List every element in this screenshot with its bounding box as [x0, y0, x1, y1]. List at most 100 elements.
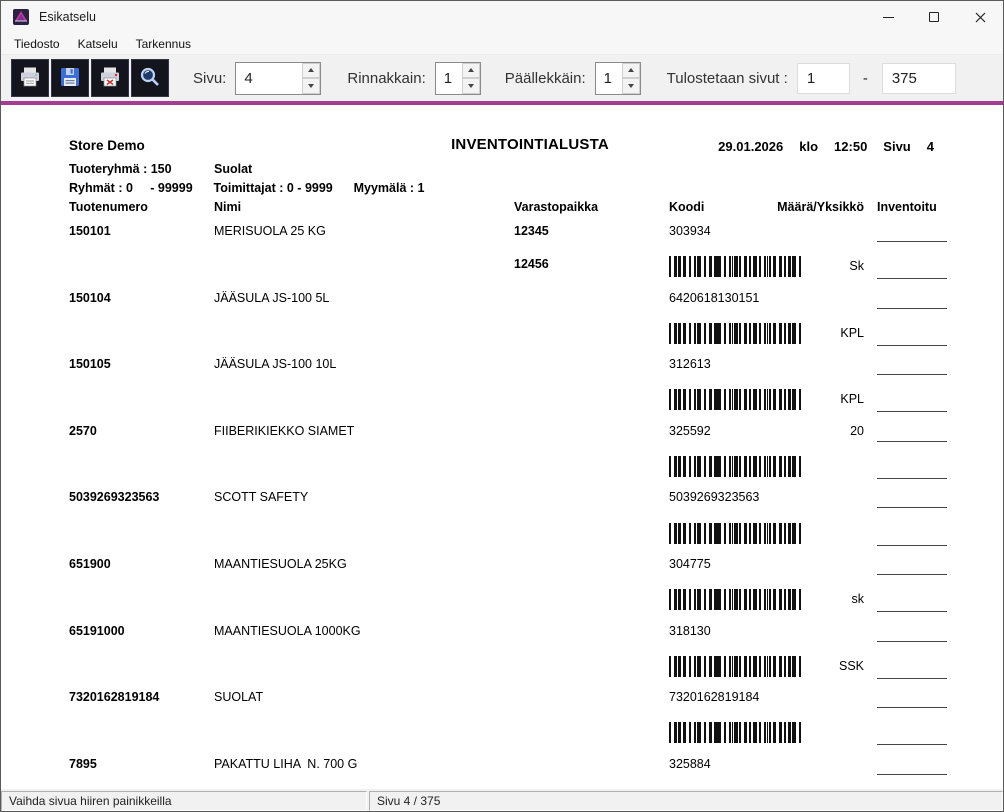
- page-spin-up-icon[interactable]: [302, 63, 320, 79]
- product-number: 5039269323563: [69, 490, 159, 504]
- quantity-unit: sk: [709, 592, 864, 606]
- minimize-icon[interactable]: [865, 1, 911, 33]
- report-page-label: Sivu: [883, 139, 910, 154]
- parallel-input[interactable]: [436, 63, 462, 94]
- report-row: KPL: [69, 323, 1003, 356]
- print-range-label: Tulostetaan sivut :: [667, 70, 788, 87]
- product-name: MAANTIESUOLA 1000KG: [214, 624, 361, 638]
- menu-tarkennus[interactable]: Tarkennus: [127, 33, 200, 54]
- report-group-name: Suolat: [214, 162, 252, 176]
- window-title: Esikatselu: [39, 10, 96, 24]
- parallel-spinner: [435, 62, 481, 95]
- product-name: MAANTIESUOLA 25KG: [214, 557, 347, 571]
- inventory-writing-line: [877, 774, 947, 775]
- printer-icon: [18, 65, 42, 92]
- report-row: [69, 722, 1003, 755]
- report-row: sk: [69, 589, 1003, 622]
- product-code: 325884: [669, 757, 711, 771]
- page-number-input[interactable]: [236, 63, 302, 94]
- status-page-panel: Sivu 4 / 375: [369, 791, 1003, 811]
- close-icon[interactable]: [957, 1, 1003, 33]
- col-maara-yksikko: Määrä/Yksikkö: [709, 200, 864, 214]
- stacked-spin-down-icon[interactable]: [622, 78, 640, 94]
- report-row: 150101MERISUOLA 25 KG12345303934: [69, 223, 1003, 256]
- product-number: 2570: [69, 424, 97, 438]
- quantity-unit: 20: [709, 424, 864, 438]
- product-number: 65191000: [69, 624, 125, 638]
- product-code: 325592: [669, 424, 711, 438]
- product-name: SUOLAT: [214, 690, 263, 704]
- range-from-input[interactable]: [797, 63, 850, 94]
- product-name: SCOTT SAFETY: [214, 490, 308, 504]
- save-button[interactable]: [51, 59, 89, 97]
- inventory-writing-line: [877, 744, 947, 745]
- menu-tiedosto[interactable]: Tiedosto: [5, 33, 69, 54]
- product-number: 150105: [69, 357, 111, 371]
- storage-location: 12456: [514, 257, 549, 271]
- report-row: 7320162819184SUOLAT7320162819184: [69, 689, 1003, 722]
- quantity-unit: SSK: [709, 659, 864, 673]
- product-code: 6420618130151: [669, 291, 759, 305]
- quantity-unit: KPL: [709, 326, 864, 340]
- inventory-writing-line: [877, 345, 947, 346]
- parallel-label: Rinnakkain:: [347, 70, 425, 87]
- product-code: 312613: [669, 357, 711, 371]
- titlebar: Esikatselu: [1, 1, 1003, 33]
- window-controls: [865, 1, 1003, 33]
- report-header-right: 29.01.2026 klo 12:50 Sivu 4: [718, 139, 934, 154]
- report-time: 12:50: [834, 139, 867, 154]
- report-time-label: klo: [799, 139, 818, 154]
- report-rows: 150101MERISUOLA 25 KG1234530393412456Sk1…: [69, 223, 1003, 789]
- report-row: 5039269323563 SCOTT SAFETY 5039269323563: [69, 489, 1003, 522]
- report-column-headers: Tuotenumero Nimi Varastopaikka Koodi Mää…: [69, 200, 1003, 216]
- zoom-button[interactable]: [131, 59, 169, 97]
- col-inventoitu: Inventoitu: [877, 200, 937, 214]
- magnifier-icon: [138, 65, 162, 92]
- report-row: 651900MAANTIESUOLA 25KG304775: [69, 556, 1003, 589]
- report-row: SSK: [69, 656, 1003, 689]
- report-row: 65191000 MAANTIESUOLA 1000KG 318130: [69, 623, 1003, 656]
- report-row: 2570FIIBERIKIEKKO SIAMET32559220: [69, 423, 1003, 456]
- menubar: Tiedosto Katselu Tarkennus: [1, 33, 1003, 55]
- product-number: 651900: [69, 557, 111, 571]
- inventory-writing-line: [877, 707, 947, 708]
- inventory-writing-line: [877, 678, 947, 679]
- col-varastopaikka: Varastopaikka: [514, 200, 598, 214]
- parallel-spin-down-icon[interactable]: [462, 78, 480, 94]
- inventory-writing-line: [877, 507, 947, 508]
- report-row: 150104JÄÄSULA JS-100 5L6420618130151: [69, 290, 1003, 323]
- print-button[interactable]: [11, 59, 49, 97]
- page-spin-down-icon[interactable]: [302, 78, 320, 94]
- parallel-spin-up-icon[interactable]: [462, 63, 480, 79]
- product-number: 150101: [69, 224, 111, 238]
- report-filters-line: Ryhmät : 0 - 99999 Toimittajat : 0 - 999…: [69, 181, 424, 195]
- preview-area[interactable]: Store Demo INVENTOINTIALUSTA 29.01.2026 …: [1, 105, 1003, 789]
- range-to-input[interactable]: [882, 63, 956, 94]
- inventory-writing-line: [877, 545, 947, 546]
- barcode-icon: [669, 456, 801, 477]
- menu-katselu[interactable]: Katselu: [69, 33, 127, 54]
- app-window: Esikatselu Tiedosto Katselu Tarkennus: [0, 0, 1004, 812]
- inventory-writing-line: [877, 611, 947, 612]
- inventory-writing-line: [877, 574, 947, 575]
- maximize-icon[interactable]: [911, 1, 957, 33]
- print-setup-button[interactable]: [91, 59, 129, 97]
- page-label: Sivu:: [193, 70, 226, 87]
- quantity-unit: KPL: [709, 392, 864, 406]
- stacked-spin-up-icon[interactable]: [622, 63, 640, 79]
- stacked-input[interactable]: [596, 63, 622, 94]
- product-code: 5039269323563: [669, 490, 759, 504]
- report-group-line: Tuoteryhmä : 150 Suolat: [69, 162, 1003, 177]
- inventory-writing-line: [877, 374, 947, 375]
- report-row: 7895PAKATTU LIHA N. 700 G325884: [69, 756, 1003, 789]
- col-nimi: Nimi: [214, 200, 241, 214]
- product-name: JÄÄSULA JS-100 10L: [214, 357, 336, 371]
- report-group-label: Tuoteryhmä : 150: [69, 162, 172, 176]
- report-row: 12456 Sk: [69, 256, 1003, 289]
- toolbar: Sivu: Rinnakkain: Päällekkäin: Tuloste: [1, 55, 1003, 101]
- quantity-unit: Sk: [709, 259, 864, 273]
- status-hint-text: Vaihda sivua hiiren painikkeilla: [9, 794, 172, 808]
- product-code: 303934: [669, 224, 711, 238]
- product-code: 318130: [669, 624, 711, 638]
- status-page-text: Sivu 4 / 375: [377, 794, 440, 808]
